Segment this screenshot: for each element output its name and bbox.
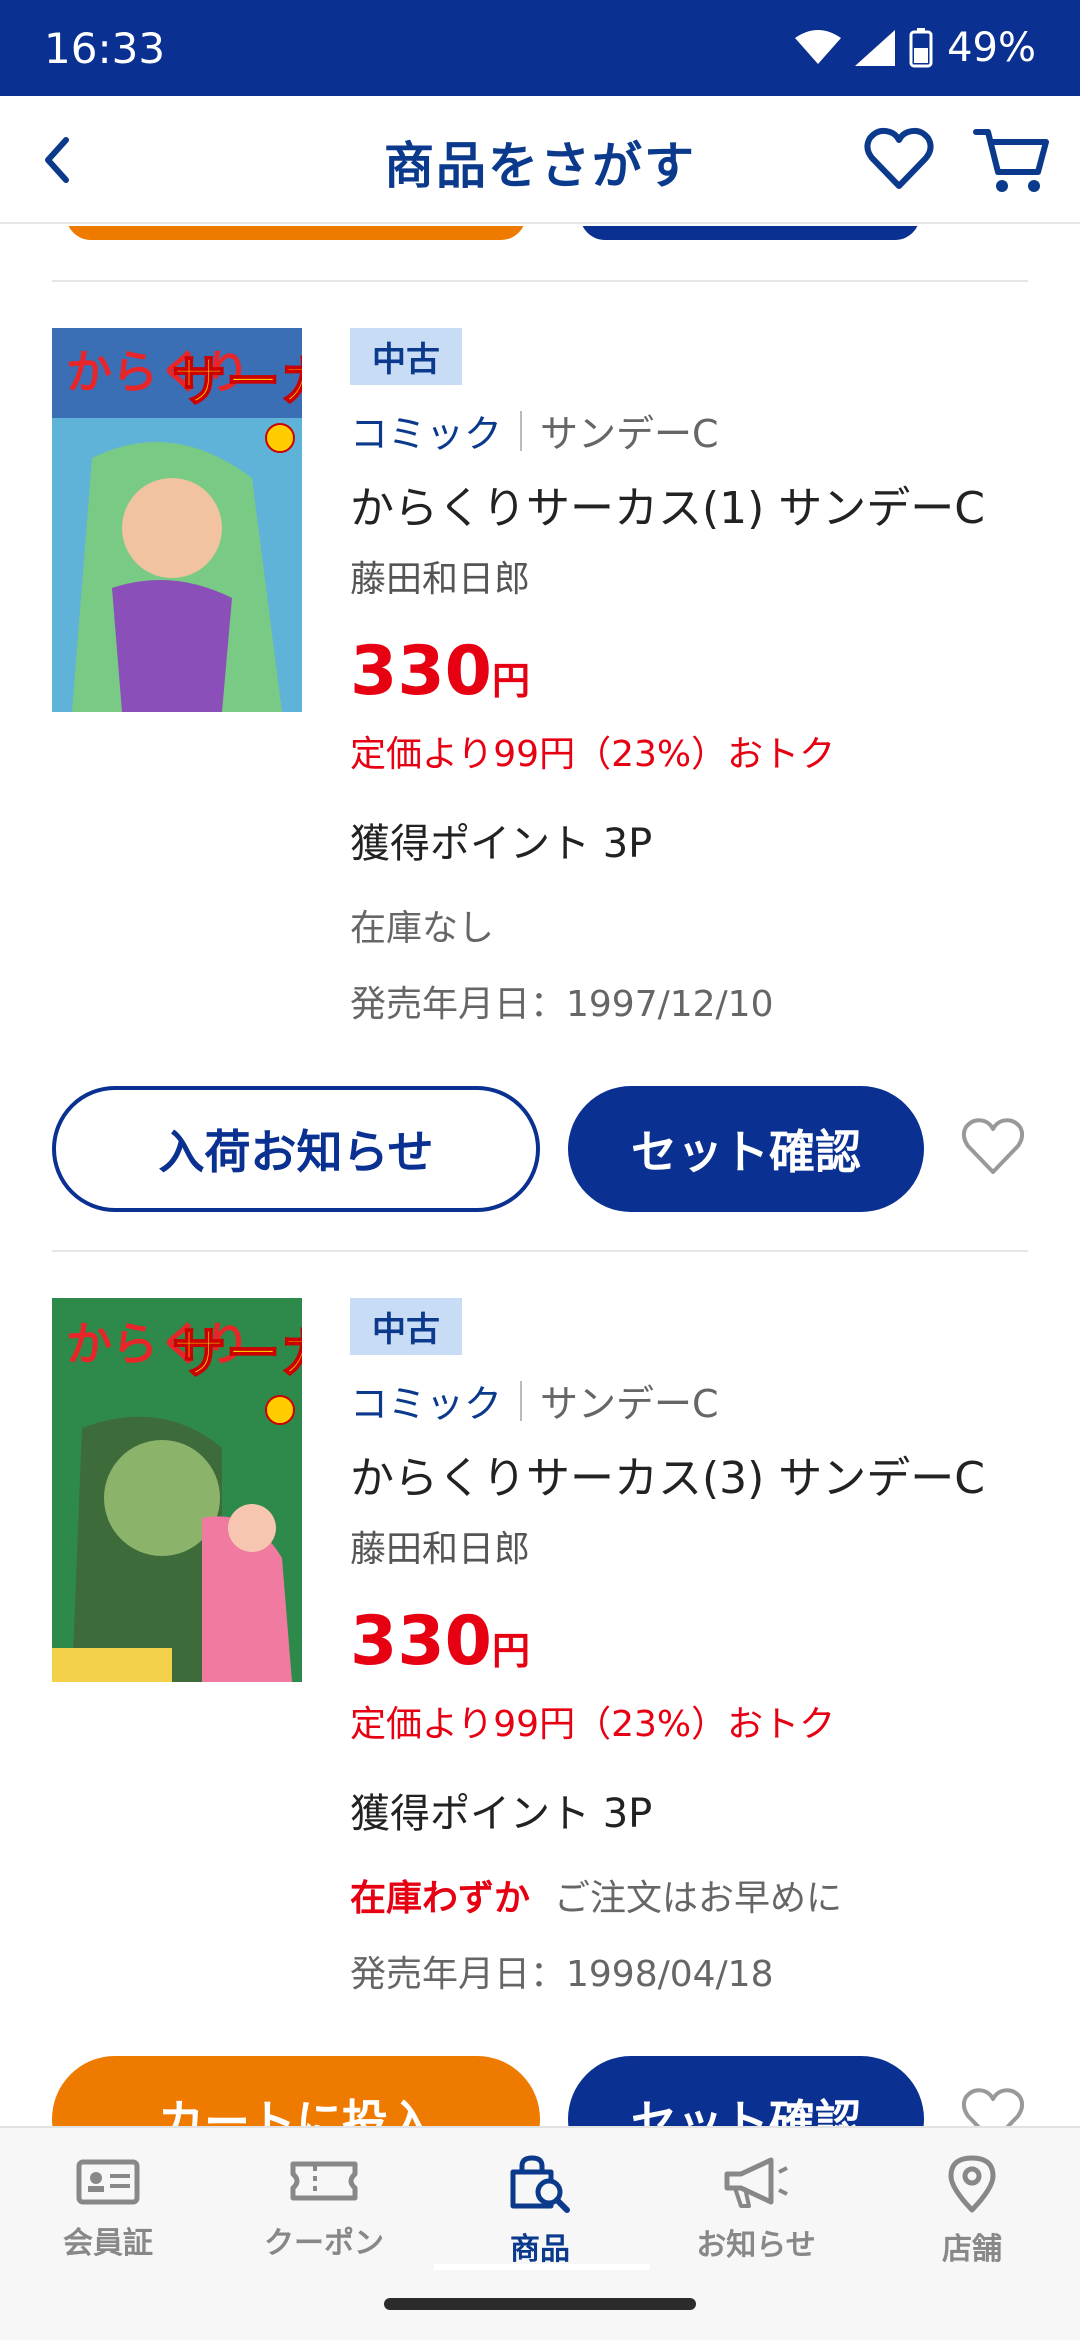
product-title[interactable]: からくりサーカス(1) サンデーC (350, 472, 1040, 536)
nav-label: 商品 (510, 2232, 570, 2267)
nav-label: クーポン (264, 2226, 384, 2261)
category-separator (520, 1380, 523, 1421)
set-check-button[interactable]: セット確認 (568, 2056, 924, 2126)
shopping-search-icon (510, 2155, 570, 2213)
nav-label: 店舗 (942, 2232, 1002, 2267)
condition-badge: 中古 (350, 1298, 462, 1355)
category-separator (520, 410, 523, 451)
nav-member-card[interactable]: 会員証 (0, 2154, 216, 2262)
favorite-heart-icon[interactable] (958, 1112, 1028, 1182)
coupon-icon (290, 2161, 358, 2201)
nav-products[interactable]: 商品 (432, 2154, 648, 2268)
status-bar: 16:33 49% (0, 0, 1080, 96)
member-card-icon (76, 2159, 140, 2205)
megaphone-icon (724, 2157, 788, 2208)
signal-icon (855, 30, 896, 66)
category-row: コミック サンデーC (350, 1373, 1040, 1428)
svg-text:サーカス: サーカス (172, 1322, 302, 1385)
nav-coupon[interactable]: クーポン (216, 2154, 432, 2262)
product-info: 中古 コミック サンデーC からくりサーカス(3) サンデーC 藤田和日郎 33… (350, 1298, 1040, 1997)
points-text: 獲得ポイント 3P (350, 1791, 653, 1837)
gesture-bar[interactable] (384, 2298, 696, 2310)
previous-cart-button[interactable] (66, 226, 526, 240)
stock-low-label: 在庫わずか (350, 1878, 531, 1919)
svg-text:サーカス: サーカス (172, 350, 302, 413)
points-text: 獲得ポイント 3P (350, 821, 653, 867)
nav-news[interactable]: お知らせ (648, 2154, 864, 2264)
product-title[interactable]: からくりサーカス(3) サンデーC (350, 1442, 1040, 1506)
category-link[interactable]: コミック (350, 1373, 502, 1428)
discount-text: 定価より99円（23%）おトク (350, 1704, 836, 1745)
release-date: 発売年月日：1998/04/18 (350, 1954, 774, 1995)
stock-status: 在庫わずか ご注文はお早めに (350, 1869, 1040, 1921)
battery-icon (909, 28, 933, 68)
status-time: 16:33 (44, 23, 166, 73)
product-author: 藤田和日郎 (350, 559, 531, 600)
location-pin-icon (948, 2155, 996, 2213)
set-check-button[interactable]: セット確認 (568, 1086, 924, 1212)
stock-note: ご注文はお早めに (554, 1878, 843, 1919)
price-unit: 円 (491, 659, 530, 703)
price-value: 330 (350, 1602, 492, 1681)
category-row: コミック サンデーC (350, 403, 1040, 458)
price: 330円 (350, 632, 1040, 711)
nav-stores[interactable]: 店舗 (864, 2154, 1080, 2268)
price-value: 330 (350, 632, 492, 711)
bottom-navigation: 会員証 クーポン 商品 お知らせ 店舗 (0, 2126, 1080, 2340)
divider (52, 280, 1028, 282)
subcategory-label: サンデーC (540, 412, 719, 456)
product-info: 中古 コミック サンデーC からくりサーカス(1) サンデーC 藤田和日郎 33… (350, 328, 1040, 1027)
favorite-heart-icon[interactable] (862, 122, 936, 196)
release-date: 発売年月日：1997/12/10 (350, 984, 774, 1025)
nav-label: お知らせ (696, 2228, 816, 2263)
price-unit: 円 (491, 1629, 530, 1673)
divider (52, 1250, 1028, 1252)
condition-badge: 中古 (350, 328, 462, 385)
app-header: 商品をさがす (0, 96, 1080, 224)
wifi-icon (795, 30, 842, 64)
subcategory-label: サンデーC (540, 1382, 719, 1426)
active-tab-indicator (434, 2264, 650, 2270)
previous-set-button[interactable] (580, 226, 920, 240)
discount-text: 定価より99円（23%）おトク (350, 734, 836, 775)
nav-label: 会員証 (63, 2226, 153, 2261)
battery-percent: 49% (947, 25, 1036, 71)
add-to-cart-button[interactable]: カートに投入 (52, 2056, 540, 2126)
price: 330円 (350, 1602, 1040, 1681)
product-list[interactable]: からくり サーカス 中古 コミック サンデーC からくりサーカス(1) サンデー… (0, 226, 1080, 2126)
book-cover-image[interactable]: からくり サーカス (52, 328, 302, 712)
cart-icon[interactable] (972, 120, 1052, 200)
favorite-heart-icon[interactable] (958, 2082, 1028, 2126)
restock-notify-button[interactable]: 入荷お知らせ (52, 1086, 540, 1212)
category-link[interactable]: コミック (350, 403, 502, 458)
product-author: 藤田和日郎 (350, 1529, 531, 1570)
status-icons: 49% (795, 25, 1036, 71)
book-cover-image[interactable]: からくり サーカス (52, 1298, 302, 1682)
stock-status: 在庫なし (350, 908, 495, 949)
